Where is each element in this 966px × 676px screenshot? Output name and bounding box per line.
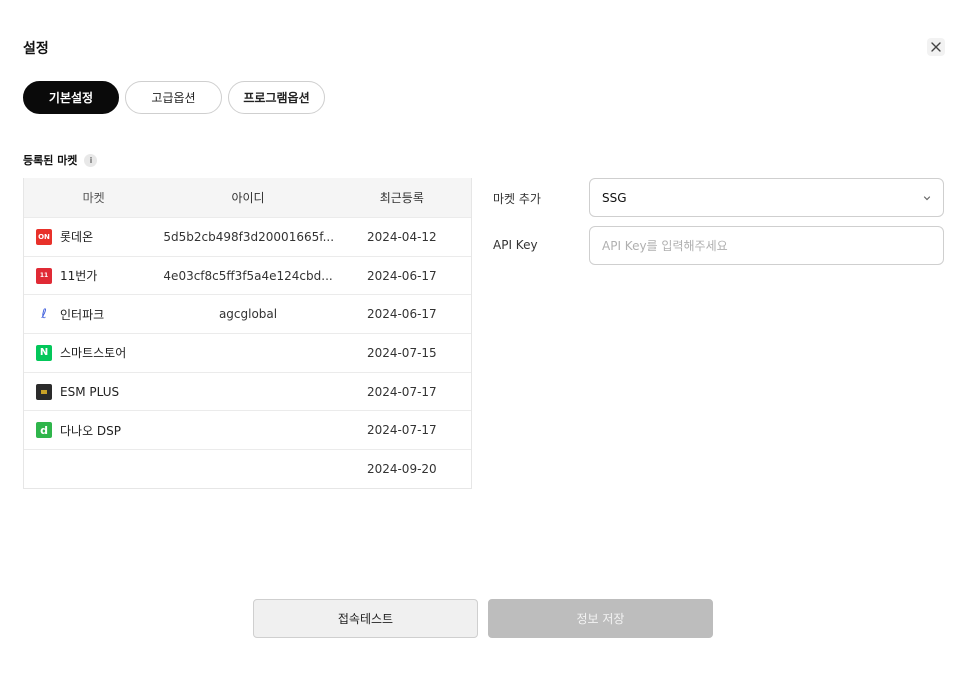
table-row[interactable]: ℓ 인터파크 agcglobal 2024-06-17 <box>24 294 471 333</box>
tab-basic-settings[interactable]: 기본설정 <box>23 81 119 114</box>
lotteon-logo-icon: ON <box>36 228 52 245</box>
danawa-logo-icon: d <box>36 422 52 439</box>
market-date: 2024-06-17 <box>366 307 437 322</box>
market-id: agcglobal <box>218 307 278 322</box>
modal-title: 설정 <box>23 41 49 57</box>
11st-logo-icon: 11 <box>36 267 52 284</box>
market-name: ESM PLUS <box>60 384 120 399</box>
table-row[interactable]: d 다나오 DSP 2024-07-17 <box>24 410 471 449</box>
table-row[interactable]: N 스마트스토어 2024-07-15 <box>24 333 471 372</box>
market-name: 다나오 DSP <box>60 423 122 438</box>
save-info-button[interactable]: 정보 저장 <box>488 599 713 638</box>
registered-markets-label: 등록된 마켓 <box>23 154 78 167</box>
tab-advanced-options[interactable]: 고급옵션 <box>125 81 222 114</box>
info-icon[interactable]: i <box>84 153 98 167</box>
market-date: 2024-07-17 <box>366 423 437 438</box>
market-select-value: SSG <box>602 190 627 205</box>
table-row[interactable]: 11 11번가 4e03cf8c5ff3f5a4e124cbd... 2024-… <box>24 255 471 295</box>
market-date: 2024-09-20 <box>366 461 437 476</box>
connection-test-button[interactable]: 접속테스트 <box>253 599 478 638</box>
table-row[interactable]: ESM PLUS 2024-07-17 <box>24 371 471 411</box>
registered-markets-heading: 등록된 마켓 i <box>23 152 98 168</box>
naver-logo-icon: N <box>36 344 52 361</box>
market-date: 2024-07-17 <box>366 384 437 399</box>
market-add-label: 마켓 추가 <box>493 192 541 206</box>
api-key-input[interactable] <box>589 226 944 265</box>
table-row[interactable]: ON 롯데온 5d5b2cb498f3d20001665f... 2024-04… <box>24 217 471 256</box>
market-name: 11번가 <box>60 269 98 284</box>
header-market: 마켓 <box>82 191 105 205</box>
header-id: 아이디 <box>231 191 265 205</box>
interpark-logo-icon: ℓ <box>41 306 47 322</box>
market-id: 4e03cf8c5ff3f5a4e124cbd... <box>163 268 333 283</box>
market-date: 2024-04-12 <box>366 229 437 244</box>
market-select[interactable]: SSG <box>589 178 944 217</box>
tab-program-options[interactable]: 프로그램옵션 <box>228 81 325 114</box>
markets-table: 마켓 아이디 최근등록 ON 롯데온 5d5b2cb498f3d20001665… <box>23 178 472 489</box>
market-name: 스마트스토어 <box>60 346 127 361</box>
chevron-down-icon <box>923 195 931 200</box>
market-name: 인터파크 <box>60 307 105 322</box>
settings-tabs: 기본설정 고급옵션 프로그램옵션 <box>23 81 325 114</box>
close-button[interactable] <box>927 38 945 56</box>
api-key-label: API Key <box>493 238 538 252</box>
table-header: 마켓 아이디 최근등록 <box>24 178 471 217</box>
header-last-registered: 최근등록 <box>379 191 424 205</box>
market-id: 5d5b2cb498f3d20001665f... <box>163 229 333 244</box>
table-row[interactable]: 2024-09-20 <box>24 449 471 488</box>
market-name: 롯데온 <box>60 230 94 245</box>
esm-logo-icon <box>36 383 52 400</box>
close-icon <box>931 42 941 52</box>
market-date: 2024-07-15 <box>366 345 437 360</box>
market-date: 2024-06-17 <box>366 268 437 283</box>
